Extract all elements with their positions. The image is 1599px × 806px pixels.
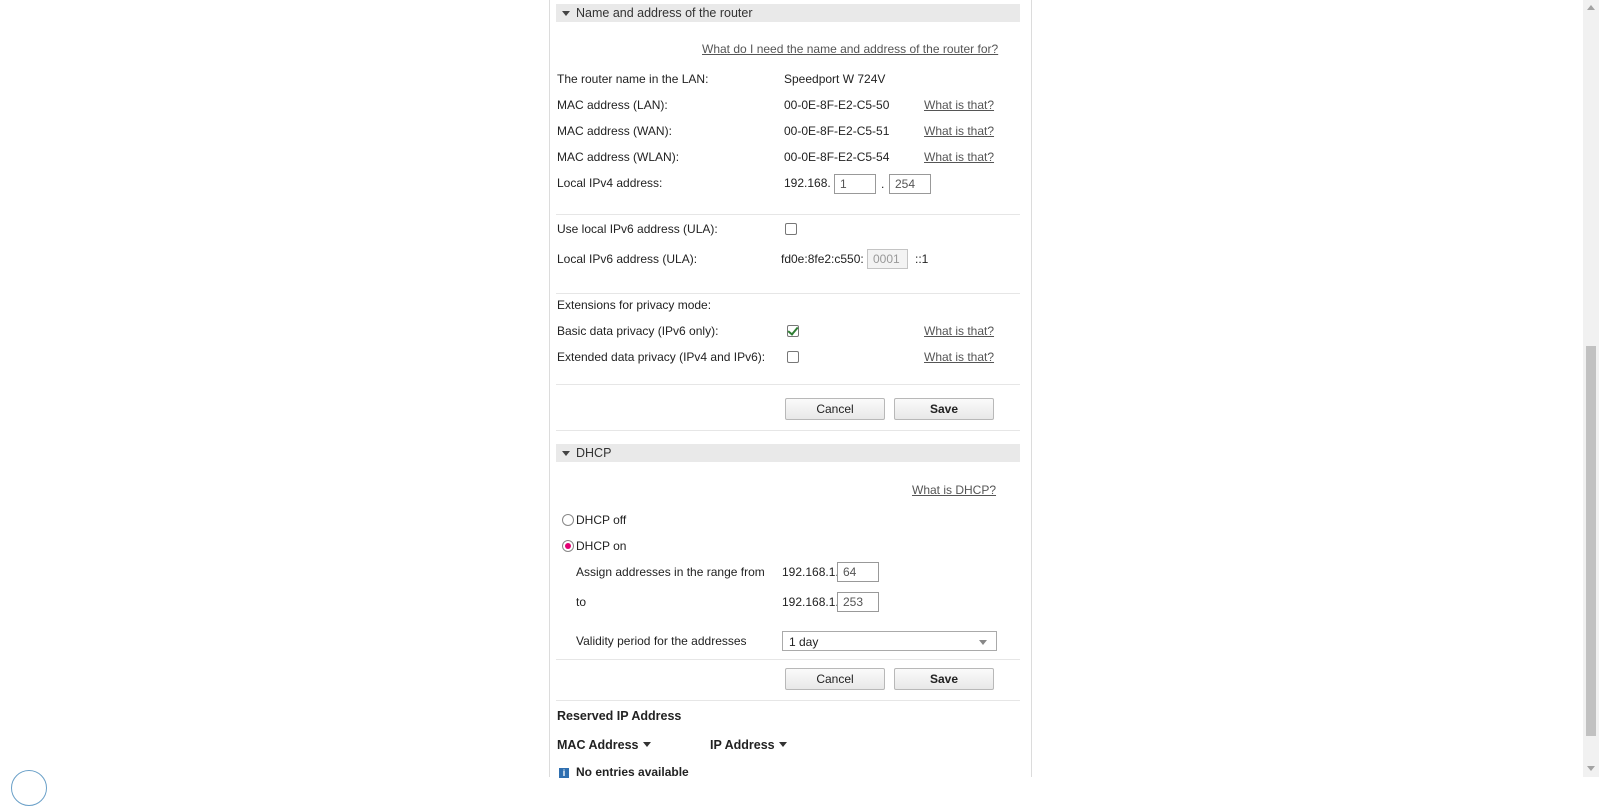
reserved-ip-title: Reserved IP Address [557, 709, 682, 723]
dhcp-section-header[interactable]: DHCP [556, 444, 1020, 462]
mac-lan-label: MAC address (LAN): [557, 98, 668, 112]
settings-panel: Name and address of the router What do I… [549, 0, 1032, 779]
validity-selected-value: 1 day [789, 635, 819, 649]
range-from-input[interactable] [837, 562, 879, 582]
router-name-label: The router name in the LAN: [557, 72, 709, 86]
router-section-title: Name and address of the router [576, 6, 753, 20]
corner-circle-icon [11, 770, 47, 806]
validity-label: Validity period for the addresses [576, 634, 747, 648]
ula-subnet-input[interactable] [867, 249, 908, 269]
range-from-label: Assign addresses in the range from [576, 565, 765, 579]
router-help-link[interactable]: What do I need the name and address of t… [702, 42, 998, 56]
router-name-value: Speedport W 724V [784, 72, 886, 86]
ipv4-label: Local IPv4 address: [557, 176, 663, 190]
router-cancel-button[interactable]: Cancel [785, 398, 885, 420]
dhcp-section-title: DHCP [576, 446, 612, 460]
dhcp-off-label: DHCP off [576, 513, 627, 527]
basic-privacy-label: Basic data privacy (IPv6 only): [557, 324, 719, 338]
collapse-triangle-icon [562, 451, 570, 456]
radio-selected-dot [565, 543, 571, 549]
sort-arrow-icon [778, 742, 787, 747]
extended-privacy-help-link[interactable]: What is that? [924, 350, 994, 364]
divider [556, 430, 1020, 431]
router-save-button[interactable]: Save [894, 398, 994, 420]
scrollbar-thumb[interactable] [1586, 346, 1596, 736]
mac-lan-help-link[interactable]: What is that? [924, 98, 994, 112]
dhcp-on-radio[interactable] [562, 540, 574, 552]
mac-wlan-value: 00-0E-8F-E2-C5-54 [784, 150, 890, 164]
extended-privacy-checkbox[interactable] [787, 351, 799, 363]
scroll-up-arrow-icon[interactable] [1587, 5, 1595, 10]
checkmark-icon [787, 324, 799, 336]
dropdown-arrow-icon [979, 640, 987, 645]
basic-privacy-checkbox[interactable] [787, 324, 799, 337]
ip-address-column-header[interactable]: IP Address [710, 738, 787, 752]
mac-lan-value: 00-0E-8F-E2-C5-50 [784, 98, 890, 112]
ipv4-octet4-input[interactable] [889, 174, 931, 194]
mac-wan-label: MAC address (WAN): [557, 124, 672, 138]
mac-address-column-header[interactable]: MAC Address [557, 738, 651, 752]
divider [556, 384, 1020, 385]
divider [556, 700, 1020, 701]
ula-label: Local IPv6 address (ULA): [557, 252, 698, 266]
ipv4-dot: . [881, 177, 885, 191]
dhcp-on-label: DHCP on [576, 539, 627, 553]
use-ula-label: Use local IPv6 address (ULA): [557, 222, 718, 236]
dhcp-off-radio[interactable] [562, 514, 574, 526]
ipv4-prefix: 192.168. [784, 176, 831, 190]
sort-arrow-icon [642, 742, 651, 747]
use-ula-checkbox[interactable] [785, 223, 797, 235]
dhcp-cancel-button[interactable]: Cancel [785, 668, 885, 690]
mac-wlan-help-link[interactable]: What is that? [924, 150, 994, 164]
range-to-input[interactable] [837, 592, 879, 612]
mac-wan-help-link[interactable]: What is that? [924, 124, 994, 138]
divider [556, 214, 1020, 215]
dhcp-help-link[interactable]: What is DHCP? [912, 483, 996, 497]
extended-privacy-label: Extended data privacy (IPv4 and IPv6): [557, 350, 766, 364]
divider [556, 293, 1020, 294]
range-to-label: to [576, 595, 587, 609]
scroll-down-arrow-icon[interactable] [1587, 766, 1595, 771]
ula-prefix: fd0e:8fe2:c550: [781, 252, 864, 266]
range-to-prefix: 192.168.1. [782, 595, 839, 609]
router-section-header[interactable]: Name and address of the router [556, 4, 1020, 22]
ipv4-octet3-input[interactable] [834, 174, 876, 194]
validity-select[interactable]: 1 day [782, 631, 997, 651]
basic-privacy-help-link[interactable]: What is that? [924, 324, 994, 338]
vertical-scrollbar[interactable] [1583, 0, 1599, 777]
mac-wan-value: 00-0E-8F-E2-C5-51 [784, 124, 890, 138]
divider [556, 659, 1020, 660]
collapse-triangle-icon [562, 11, 570, 16]
range-from-prefix: 192.168.1. [782, 565, 839, 579]
ula-suffix: ::1 [915, 252, 929, 266]
privacy-heading: Extensions for privacy mode: [557, 298, 712, 312]
dhcp-save-button[interactable]: Save [894, 668, 994, 690]
mac-wlan-label: MAC address (WLAN): [557, 150, 680, 164]
